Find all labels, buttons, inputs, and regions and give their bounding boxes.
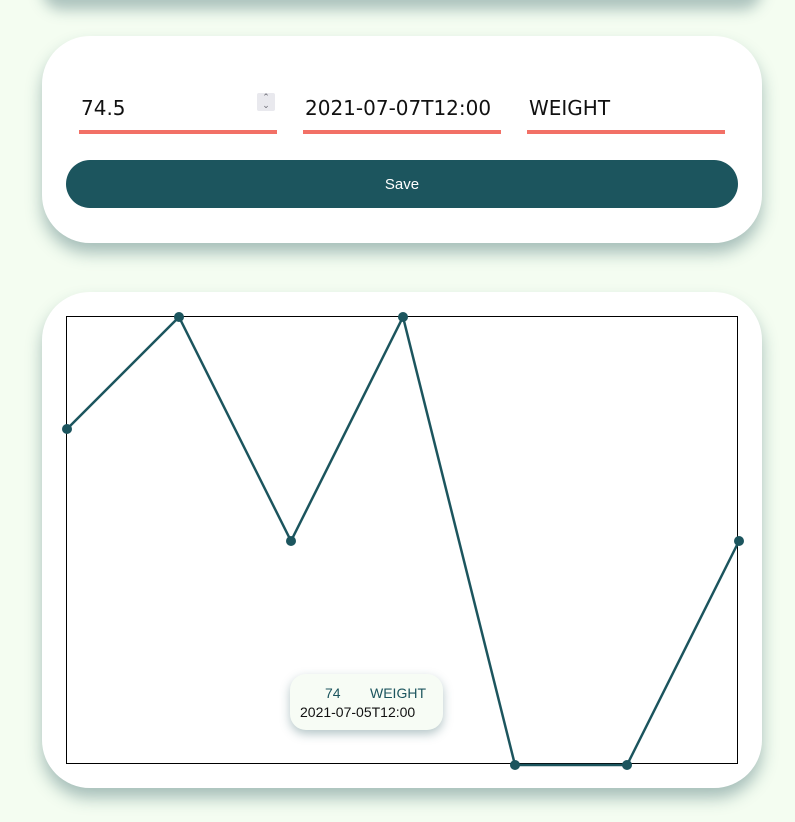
data-point[interactable] xyxy=(174,312,184,322)
type-field[interactable] xyxy=(527,86,725,134)
date-input[interactable] xyxy=(303,86,501,130)
value-input[interactable] xyxy=(79,86,277,130)
tooltip-date: 2021-07-05T12:00 xyxy=(300,704,416,720)
tooltip-value: 74 xyxy=(325,685,341,701)
chart-card: 74 WEIGHT 2021-07-05T12:00 xyxy=(42,292,762,788)
date-field[interactable] xyxy=(303,86,501,134)
type-input[interactable] xyxy=(527,86,725,130)
data-tooltip: 74 WEIGHT 2021-07-05T12:00 xyxy=(290,674,443,730)
data-point[interactable] xyxy=(734,536,744,546)
data-point[interactable] xyxy=(622,760,632,770)
data-point[interactable] xyxy=(286,536,296,546)
entry-form-card: ⌃⌄ Save xyxy=(42,36,762,243)
value-field[interactable]: ⌃⌄ xyxy=(79,86,277,134)
data-point[interactable] xyxy=(398,312,408,322)
data-point[interactable] xyxy=(510,760,520,770)
tooltip-type: WEIGHT xyxy=(370,685,426,701)
stepper-arrows-icon[interactable]: ⌃ ⌄ xyxy=(257,93,275,111)
save-button[interactable]: Save xyxy=(66,160,738,208)
data-point[interactable] xyxy=(62,424,72,434)
